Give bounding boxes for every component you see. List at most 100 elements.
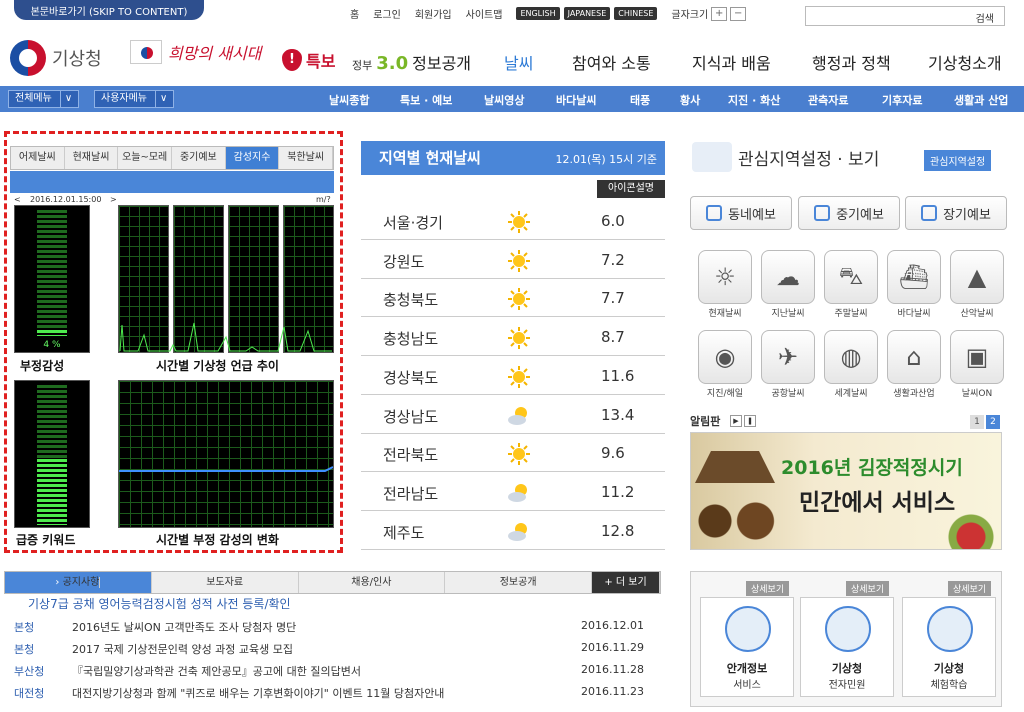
news-title[interactable]: 2016년도 날씨ON 고객만족도 조사 당첨자 명단 xyxy=(72,619,296,635)
headline-link[interactable]: 기상7급 공채 영어능력검정시험 성적 사전 등록/확인 xyxy=(28,595,291,612)
banner-line2: 민간에서 서비스 xyxy=(799,490,956,516)
service-card[interactable]: 안개정보 서비스 xyxy=(700,597,794,697)
news-title[interactable]: 대전지방기상청과 함께 "퀴즈로 배우는 기후변화이야기" 이벤트 11월 당첨… xyxy=(72,685,444,701)
service-card[interactable]: 기상청 체험학습 xyxy=(902,597,996,697)
news-source: 본청 xyxy=(14,621,35,634)
region-settings-button[interactable]: 관심지역설정 xyxy=(924,150,992,171)
sub-nav-item[interactable]: 황사 xyxy=(680,92,700,108)
sub-nav-item[interactable]: 기후자료 xyxy=(882,92,922,108)
gauge-value: 4 % xyxy=(43,340,61,350)
region-name: 충청북도 xyxy=(383,291,439,310)
weather-menu-house-button[interactable]: ⌂ xyxy=(887,330,941,384)
weather-row[interactable]: 충청남도 8.7 xyxy=(361,318,665,357)
weather-row[interactable]: 제주도 12.8 xyxy=(361,512,665,550)
next-arrow-icon[interactable]: > xyxy=(110,195,117,204)
news-title[interactable]: 『국립밀양기상과학관 건축 제안공모』공고에 대한 질의답변서 xyxy=(72,663,361,679)
play-icon[interactable]: ▶ xyxy=(730,415,742,427)
util-login-link[interactable]: 로그인 xyxy=(373,6,401,21)
all-menu-button[interactable]: 전체메뉴 ∨ xyxy=(8,90,80,108)
weather-menu-tv-button[interactable]: ▣ xyxy=(950,330,1004,384)
weather-menu-sun-button[interactable]: ☼ xyxy=(698,250,752,304)
weather-row[interactable]: 전라북도 9.6 xyxy=(361,434,665,473)
service-illustration-icon xyxy=(927,606,973,652)
page-button[interactable]: 2 xyxy=(986,415,1000,429)
sub-nav-item[interactable]: 날씨영상 xyxy=(484,92,524,108)
news-item[interactable]: 대전청 대전지방기상청과 함께 "퀴즈로 배우는 기후변화이야기" 이벤트 11월… xyxy=(14,685,654,705)
service-card[interactable]: 기상청 전자민원 xyxy=(800,597,894,697)
skip-link[interactable]: 본문바로가기 (SKIP TO CONTENT) xyxy=(14,0,204,20)
sun-icon xyxy=(508,211,530,233)
weather-menu-cloud-button[interactable]: ☁ xyxy=(761,250,815,304)
weather-row[interactable]: 서울·경기 6.0 xyxy=(361,202,665,240)
tab-current[interactable]: 현재날씨 xyxy=(65,147,119,169)
tab-north-korea[interactable]: 북한날씨 xyxy=(279,147,334,169)
sub-nav-item[interactable]: 날씨종합 xyxy=(329,92,369,108)
detail-tag[interactable]: 상세보기 xyxy=(746,581,790,596)
tab-yesterday[interactable]: 어제날씨 xyxy=(11,147,65,169)
weather-menu-ship-button[interactable]: ⛴ xyxy=(887,250,941,304)
lang-english[interactable]: ENGLISH xyxy=(516,7,560,20)
sub-nav-item[interactable]: 태풍 xyxy=(630,92,650,108)
news-item[interactable]: 본청 2016년도 날씨ON 고객만족도 조사 당첨자 명단 2016.12.01 xyxy=(14,619,654,639)
util-sitemap-link[interactable]: 사이트맵 xyxy=(466,6,503,21)
kimchi-banner[interactable]: 2016년 김장적정시기 민간에서 서비스 xyxy=(690,432,1002,550)
lang-japanese[interactable]: JAPANESE xyxy=(563,7,611,20)
tab-sentiment[interactable]: 감성지수 xyxy=(225,147,280,169)
search-input[interactable]: 검색 xyxy=(805,6,1005,26)
news-title[interactable]: 2017 국제 기상전문인력 양성 과정 교육생 모집 xyxy=(72,641,293,657)
font-minus-button[interactable]: − xyxy=(730,6,747,21)
more-button[interactable]: + 더 보기 xyxy=(592,572,660,593)
main-nav-knowledge[interactable]: 지식과 배움 xyxy=(692,50,771,74)
sub-nav-item[interactable]: 관측자료 xyxy=(808,92,848,108)
prev-arrow-icon[interactable]: < xyxy=(14,195,21,204)
midterm-forecast-button[interactable]: 중기예보 xyxy=(798,196,900,230)
weather-menu-label: 현재날씨 xyxy=(708,309,742,319)
tab-press[interactable]: 보도자료 xyxy=(152,572,299,593)
main-nav-about[interactable]: 기상청소개 xyxy=(928,50,1002,74)
regional-weather-title: 지역별 현재날씨 xyxy=(379,149,481,167)
weather-menu-mountain-button[interactable]: ▲ xyxy=(950,250,1004,304)
detail-tag[interactable]: 상세보기 xyxy=(846,581,890,596)
longterm-forecast-button[interactable]: 장기예보 xyxy=(905,196,1007,230)
user-menu-button[interactable]: 사용자메뉴 ∨ xyxy=(94,90,175,108)
sub-nav-item[interactable]: 바다날씨 xyxy=(556,92,596,108)
sub-nav-item[interactable]: 특보 · 예보 xyxy=(400,92,452,108)
sub-nav-item[interactable]: 지진 · 화산 xyxy=(728,92,780,108)
weather-row[interactable]: 강원도 7.2 xyxy=(361,241,665,279)
sub-nav-item[interactable]: 생활과 산업 xyxy=(954,92,1008,108)
weather-menu-globe-button[interactable]: ◍ xyxy=(824,330,878,384)
font-plus-button[interactable]: + xyxy=(711,6,728,21)
sun-cloud-icon xyxy=(508,522,527,541)
tab-recruit[interactable]: 채용/인사 xyxy=(299,572,446,593)
detail-tag[interactable]: 상세보기 xyxy=(948,581,992,596)
weather-row[interactable]: 경상남도 13.4 xyxy=(361,396,665,434)
tab-today[interactable]: 오늘~모레 xyxy=(118,147,173,169)
lang-chinese[interactable]: CHINESE xyxy=(614,7,658,20)
main-nav-policy[interactable]: 행정과 정책 xyxy=(812,50,891,74)
search-button[interactable]: 검색 xyxy=(976,10,994,25)
weather-menu-antenna-button[interactable]: ◉ xyxy=(698,330,752,384)
main-nav-participation[interactable]: 참여와 소통 xyxy=(572,50,651,74)
local-forecast-button[interactable]: 동네예보 xyxy=(690,196,792,230)
sub-nav-bar: 전체메뉴 ∨ 사용자메뉴 ∨ 날씨종합 특보 · 예보 날씨영상 바다날씨 태풍 황… xyxy=(0,86,1024,112)
weather-row[interactable]: 충청북도 7.7 xyxy=(361,279,665,318)
weather-menu-plane-button[interactable]: ✈ xyxy=(761,330,815,384)
util-join-link[interactable]: 회원가입 xyxy=(415,6,452,21)
news-item[interactable]: 부산청 『국립밀양기상과학관 건축 제안공모』공고에 대한 질의답변서 2016.1… xyxy=(14,663,654,683)
weather-row[interactable]: 전라남도 11.2 xyxy=(361,473,665,511)
tab-notice[interactable]: › 공지사항 xyxy=(5,572,152,593)
main-nav-weather[interactable]: 날씨 xyxy=(504,50,533,74)
region-name: 제주도 xyxy=(383,523,425,542)
icon-legend-button[interactable]: 아이콘설명 xyxy=(597,180,665,198)
pause-icon[interactable]: ❚ xyxy=(744,415,756,427)
tab-disclosure[interactable]: 정보공개 xyxy=(445,572,592,593)
news-date: 2016.12.01 xyxy=(581,619,644,632)
weather-menu-car-button[interactable]: ⛍ xyxy=(824,250,878,304)
tab-midterm[interactable]: 중기예보 xyxy=(172,147,226,169)
page-button[interactable]: 1 xyxy=(970,415,984,429)
util-home-link[interactable]: 홈 xyxy=(350,6,359,21)
news-item[interactable]: 본청 2017 국제 기상전문인력 양성 과정 교육생 모집 2016.11.29 xyxy=(14,641,654,661)
weather-row[interactable]: 경상북도 11.6 xyxy=(361,357,665,395)
gauge-fill xyxy=(37,330,67,336)
news-source: 부산청 xyxy=(14,665,45,678)
